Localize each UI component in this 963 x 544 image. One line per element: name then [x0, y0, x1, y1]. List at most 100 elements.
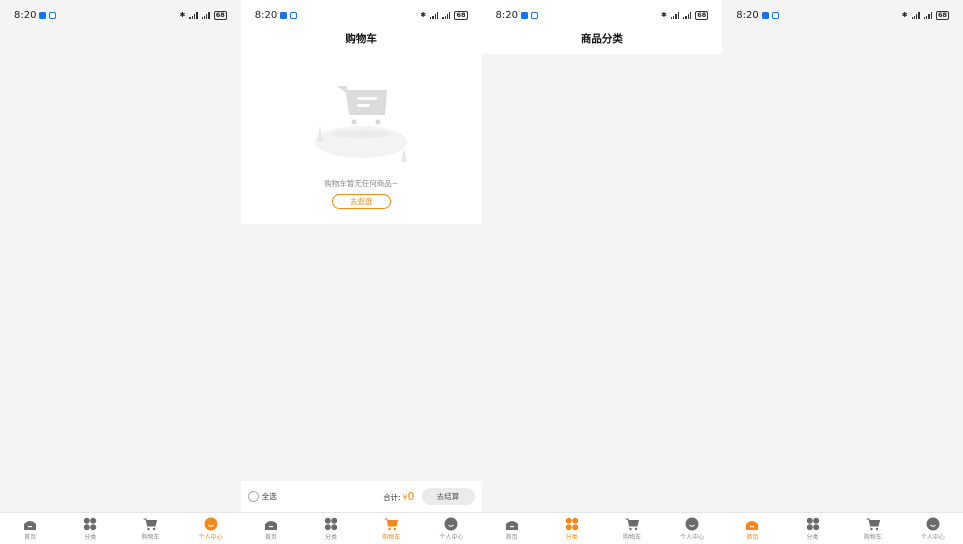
profile-icon — [926, 517, 940, 531]
profile-icon — [204, 517, 218, 531]
profile-icon — [444, 517, 458, 531]
screen-profile: 8:20 ✱ 68 首页 分类 购物车 个人中心 — [0, 0, 241, 544]
notification-icon — [761, 11, 769, 19]
empty-cart-message: 购物车暂无任何商品~ — [324, 179, 399, 188]
tab-label: 购物车 — [863, 534, 882, 541]
signal-icon — [911, 11, 920, 19]
total-price: 合计: ¥0 — [383, 490, 414, 503]
select-all-checkbox[interactable] — [247, 491, 259, 502]
app-notification-icon — [290, 11, 298, 19]
status-bar: 8:20 ✱ 68 — [722, 0, 963, 30]
home-icon — [264, 521, 277, 530]
battery-icon: 68 — [213, 10, 227, 20]
tab-cart[interactable]: 购物车 — [361, 513, 421, 544]
cart-icon — [625, 518, 639, 531]
status-bar: 8:20 ✱ 68 — [0, 0, 241, 30]
status-bar: 8:20 ✱ 68 — [241, 0, 482, 30]
bluetooth-icon: ✱ — [420, 11, 427, 19]
total-amount: ¥0 — [403, 490, 415, 503]
notification-icon — [520, 11, 528, 19]
status-time: 8:20 — [736, 9, 759, 21]
screen-home: 8:20 ✱ 68 首页 分类 购物车 个人中心 — [722, 0, 963, 544]
total-value: 0 — [407, 490, 415, 503]
app-notification-icon — [530, 11, 538, 19]
tab-label: 购物车 — [622, 534, 641, 541]
tab-home[interactable]: 首页 — [241, 513, 301, 544]
tab-bar: 首页 分类 购物车 个人中心 — [0, 512, 241, 544]
tab-label: 分类 — [565, 534, 578, 541]
page-title: 购物车 — [345, 33, 377, 45]
tab-category[interactable]: 分类 — [542, 513, 602, 544]
go-shopping-button[interactable]: 去逛逛 — [331, 194, 391, 209]
battery-icon: 68 — [935, 10, 949, 20]
tab-profile[interactable]: 个人中心 — [181, 513, 241, 544]
home-icon — [505, 521, 518, 530]
battery-icon: 68 — [454, 10, 468, 20]
bluetooth-icon: ✱ — [179, 11, 186, 19]
tab-label: 首页 — [505, 534, 518, 541]
tab-category[interactable]: 分类 — [301, 513, 361, 544]
category-grid-icon — [565, 517, 578, 531]
select-all-label[interactable]: 全选 — [262, 491, 277, 502]
cart-icon — [143, 518, 158, 531]
cart-icon — [866, 518, 880, 531]
tab-label: 购物车 — [141, 534, 160, 541]
bluetooth-icon: ✱ — [660, 11, 667, 19]
tab-label: 首页 — [746, 534, 759, 541]
tab-profile[interactable]: 个人中心 — [421, 513, 481, 544]
screen-category: 8:20 ✱ 68 商品分类 首页 分类 购物车 个人中心 — [481, 0, 723, 544]
page-title: 商品分类 — [580, 33, 623, 45]
checkout-button[interactable]: 去结算 — [421, 488, 475, 505]
tab-category[interactable]: 分类 — [782, 513, 842, 544]
checkout-bar: 全选 合计: ¥0 去结算 — [240, 481, 482, 512]
bluetooth-icon: ✱ — [901, 11, 908, 19]
notification-icon — [39, 11, 47, 19]
signal-icon — [923, 11, 932, 19]
battery-icon: 68 — [695, 10, 709, 20]
status-bar: 8:20 ✱ 68 — [482, 0, 723, 30]
tab-label: 个人中心 — [680, 534, 705, 541]
tab-home[interactable]: 首页 — [482, 513, 542, 544]
tab-cart[interactable]: 购物车 — [602, 513, 662, 544]
tab-label: 分类 — [84, 534, 97, 541]
tab-cart[interactable]: 购物车 — [843, 513, 903, 544]
tab-label: 个人中心 — [198, 534, 223, 541]
empty-cart-illustration — [314, 86, 407, 162]
notification-icon — [280, 11, 288, 19]
signal-icon — [670, 11, 680, 19]
tab-label: 首页 — [264, 534, 277, 541]
tab-profile[interactable]: 个人中心 — [662, 513, 722, 544]
profile-icon — [685, 517, 699, 531]
tab-label: 分类 — [325, 534, 338, 541]
signal-icon — [189, 11, 198, 19]
tab-bar: 首页 分类 购物车 个人中心 — [722, 512, 963, 544]
tab-label: 购物车 — [382, 534, 401, 541]
tab-category[interactable]: 分类 — [60, 513, 120, 544]
tab-cart[interactable]: 购物车 — [120, 513, 180, 544]
status-time: 8:20 — [254, 9, 278, 21]
app-notification-icon — [49, 11, 57, 19]
tab-label: 首页 — [24, 534, 37, 541]
tab-label: 个人中心 — [439, 534, 464, 541]
category-grid-icon — [84, 517, 97, 531]
tab-bar: 首页 分类 购物车 个人中心 — [240, 512, 482, 544]
signal-icon — [430, 11, 439, 19]
tab-profile[interactable]: 个人中心 — [903, 513, 963, 544]
category-grid-icon — [806, 517, 819, 531]
tab-home[interactable]: 首页 — [0, 513, 60, 544]
status-time: 8:20 — [495, 9, 518, 21]
signal-icon — [201, 11, 210, 19]
tab-label: 个人中心 — [920, 534, 945, 541]
app-notification-icon — [771, 11, 779, 19]
empty-cart-area: 购物车暂无任何商品~ 去逛逛 — [240, 54, 482, 224]
category-grid-icon — [324, 517, 338, 531]
tab-home[interactable]: 首页 — [722, 513, 782, 544]
tab-label: 分类 — [806, 534, 819, 541]
screen-cart: 8:20 ✱ 68 购物车 购物车暂无任何商品~ 去逛逛 全选 合计: ¥0 去… — [240, 0, 482, 544]
tab-bar: 首页 分类 购物车 个人中心 — [481, 512, 723, 544]
signal-icon — [683, 11, 692, 19]
cart-icon — [384, 518, 399, 531]
total-label: 合计: — [383, 493, 401, 502]
signal-icon — [442, 11, 451, 19]
home-icon — [746, 521, 759, 530]
